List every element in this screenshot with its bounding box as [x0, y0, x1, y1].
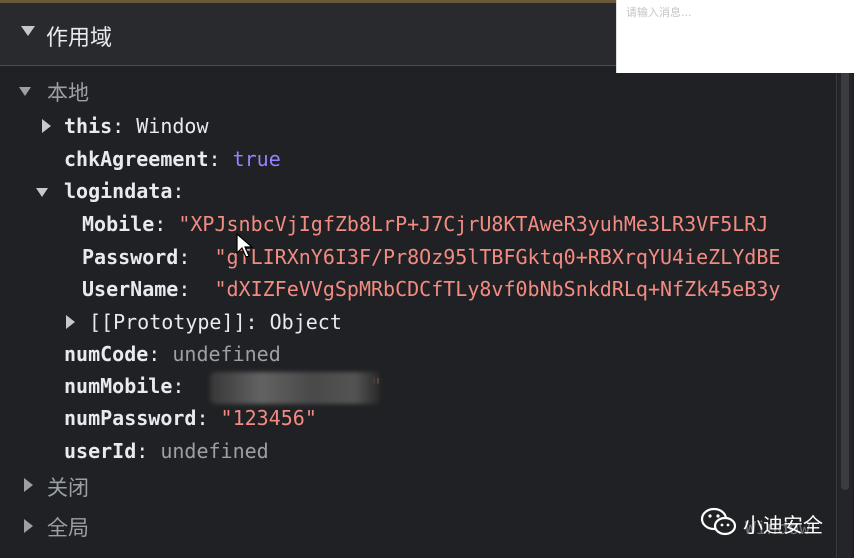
caret-right-icon[interactable]: [22, 518, 34, 534]
caret-right-icon[interactable]: [22, 477, 34, 493]
caret-down-icon[interactable]: [35, 186, 49, 198]
scope-item-mobile[interactable]: Mobile: "XPJsnbcVjIgfZb8LrP+J7CjrU8KTAwe…: [82, 212, 836, 236]
pane-title: 作用域: [46, 26, 113, 51]
section-global[interactable]: 全局: [47, 512, 89, 542]
scrollbar[interactable]: [838, 66, 852, 558]
scrollbar-thumb[interactable]: [841, 70, 849, 490]
caret-right-icon[interactable]: [64, 314, 76, 330]
message-placeholder: 请输入消息...: [626, 6, 692, 19]
scope-item-userid[interactable]: userId: undefined: [64, 439, 269, 463]
message-input[interactable]: 请输入消息...: [616, 0, 854, 73]
wechat-icon: [700, 507, 737, 536]
caret-right-icon[interactable]: [40, 118, 52, 134]
redacted-value: [210, 372, 380, 404]
scope-item-prototype[interactable]: [[Prototype]]: Object: [89, 310, 342, 334]
scope-item-username[interactable]: UserName: "dXIZFeVVgSpMRbCDCfTLy8vf0bNbS…: [82, 277, 836, 301]
caret-down-icon[interactable]: [20, 25, 36, 37]
section-closure[interactable]: 关闭: [47, 472, 89, 502]
scope-item-numpassword[interactable]: numPassword: "123456": [64, 406, 317, 430]
mouse-cursor-icon: [236, 233, 254, 258]
watermark-text: 小迪安全: [743, 513, 823, 537]
section-local[interactable]: 本地: [47, 77, 89, 107]
scope-item-logindata[interactable]: logindata:: [64, 179, 184, 203]
caret-down-icon[interactable]: [18, 85, 32, 97]
scope-item-this[interactable]: this: Window: [64, 114, 209, 138]
scope-item-chkagreement[interactable]: chkAgreement: true: [64, 147, 281, 171]
scope-item-numcode[interactable]: numCode: undefined: [64, 342, 281, 366]
scope-item-password[interactable]: Password: "gTLIRXnY6I3F/Pr8Oz95lTBFGktq0…: [82, 245, 836, 269]
